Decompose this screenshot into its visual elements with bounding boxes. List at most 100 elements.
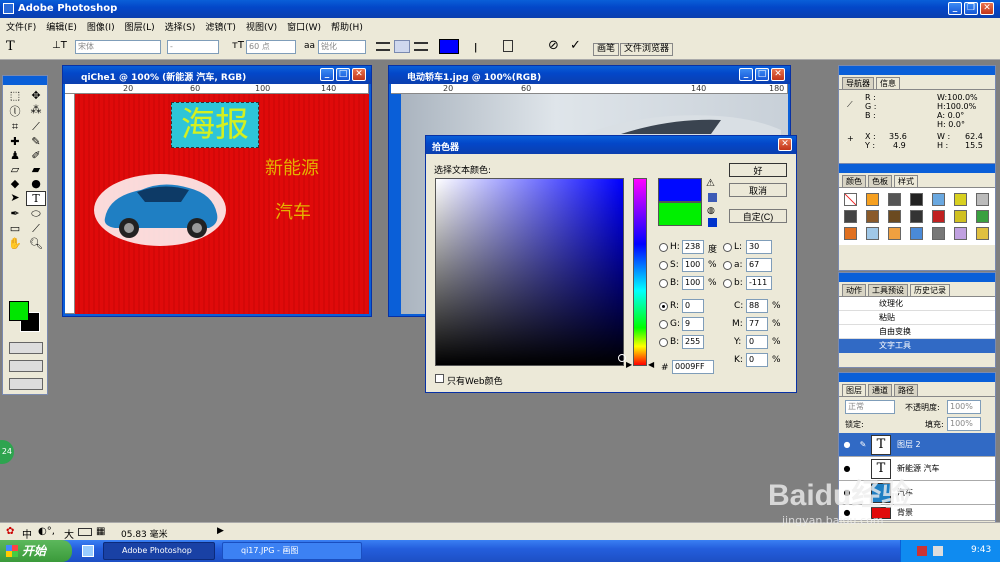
gamut-swatch[interactable] bbox=[708, 193, 717, 202]
dodge-tool-icon[interactable]: ● bbox=[26, 177, 46, 190]
style-swatch[interactable] bbox=[866, 227, 879, 240]
well-tab-brushes[interactable]: 画笔 bbox=[593, 43, 620, 56]
style-swatch[interactable] bbox=[844, 227, 857, 240]
style-swatch[interactable] bbox=[976, 210, 989, 223]
notes-tool-icon[interactable]: ▭ bbox=[5, 222, 25, 236]
healing-tool-icon[interactable]: ✚ bbox=[5, 135, 25, 148]
stamp-tool-icon[interactable]: ♟ bbox=[5, 149, 25, 162]
ime-icon[interactable]: ✿ bbox=[6, 526, 14, 537]
ime-mode[interactable]: 中 bbox=[22, 526, 32, 541]
doc1-close-button[interactable]: ✕ bbox=[352, 68, 366, 81]
yellow-field[interactable]: 0 bbox=[746, 335, 768, 349]
hue-slider[interactable] bbox=[633, 178, 647, 366]
style-swatch[interactable] bbox=[954, 210, 967, 223]
tray-icon[interactable] bbox=[917, 546, 927, 556]
history-item-selected[interactable]: 文字工具 bbox=[839, 339, 995, 353]
font-style-select[interactable]: - bbox=[167, 40, 219, 54]
tab-history[interactable]: 历史记录 bbox=[910, 284, 950, 296]
ime-punct-icon[interactable]: ◐°, bbox=[38, 526, 55, 537]
blue-field[interactable]: 255 bbox=[682, 335, 704, 349]
align-center-icon[interactable] bbox=[394, 40, 410, 53]
well-tab-file-browser[interactable]: 文件浏览器 bbox=[620, 43, 674, 56]
style-swatch[interactable] bbox=[932, 227, 945, 240]
text-tool-icon[interactable]: T bbox=[6, 39, 15, 54]
style-swatch[interactable] bbox=[976, 193, 989, 206]
web-safe-warning-icon[interactable]: ◍ bbox=[707, 206, 715, 216]
style-swatch[interactable] bbox=[954, 193, 967, 206]
status-arrow-icon[interactable]: ▶ bbox=[217, 526, 224, 536]
black-field[interactable]: 0 bbox=[746, 353, 768, 367]
style-swatch[interactable] bbox=[866, 210, 879, 223]
style-swatch[interactable] bbox=[844, 210, 857, 223]
cancel-button[interactable]: 取消 bbox=[729, 183, 787, 197]
move-tool-icon[interactable]: ✥ bbox=[26, 89, 46, 102]
radio-a[interactable] bbox=[723, 261, 732, 270]
tab-actions[interactable]: 动作 bbox=[842, 284, 866, 296]
cancel-icon[interactable]: ⊘ bbox=[548, 38, 559, 53]
radio-green[interactable] bbox=[659, 320, 668, 329]
taskbar-item-photoshop[interactable]: Adobe Photoshop bbox=[103, 542, 215, 560]
align-left-icon[interactable] bbox=[376, 42, 390, 51]
shape-tool-icon[interactable]: ⬭ bbox=[26, 207, 46, 221]
hue-slider-right-arrow[interactable]: ◀ bbox=[648, 360, 654, 369]
menu-help[interactable]: 帮助(H) bbox=[331, 20, 363, 33]
menu-select[interactable]: 选择(S) bbox=[165, 20, 196, 33]
menu-image[interactable]: 图像(I) bbox=[87, 20, 115, 33]
eyedropper-tool-icon[interactable]: ⟋ bbox=[26, 222, 46, 236]
warp-text-icon[interactable]: ꞁ bbox=[474, 39, 477, 53]
doc1-canvas[interactable]: 海报 新能源 汽车 bbox=[75, 94, 369, 314]
radio-saturation[interactable] bbox=[659, 261, 668, 270]
visibility-eye-icon[interactable]: ● bbox=[839, 464, 855, 473]
color-field-marker[interactable] bbox=[618, 354, 626, 362]
layer-row[interactable]: ● 汽车 bbox=[839, 481, 995, 505]
align-right-icon[interactable] bbox=[414, 42, 428, 51]
layer-row[interactable]: ● 背景 bbox=[839, 505, 995, 521]
history-item[interactable]: 纹理化 bbox=[839, 297, 995, 311]
restore-button[interactable]: ❐ bbox=[964, 2, 978, 15]
magic-wand-tool-icon[interactable]: ⁂ bbox=[26, 103, 46, 119]
style-swatch[interactable] bbox=[932, 210, 945, 223]
lab-l-field[interactable]: 30 bbox=[746, 240, 772, 254]
tab-color[interactable]: 颜色 bbox=[842, 175, 866, 187]
minimize-button[interactable]: _ bbox=[948, 2, 962, 15]
doc2-close-button[interactable]: ✕ bbox=[771, 68, 785, 81]
picker-close-button[interactable]: ✕ bbox=[778, 138, 792, 151]
doc2-maximize-button[interactable]: □ bbox=[755, 68, 769, 81]
pen-tool-icon[interactable]: ✒ bbox=[5, 207, 25, 221]
path-select-tool-icon[interactable]: ➤ bbox=[5, 191, 25, 206]
style-swatch[interactable] bbox=[910, 227, 923, 240]
green-field[interactable]: 9 bbox=[682, 317, 704, 331]
style-swatch[interactable] bbox=[888, 227, 901, 240]
hue-field[interactable]: 238 bbox=[682, 240, 704, 254]
layer-row[interactable]: ● T 新能源 汽车 bbox=[839, 457, 995, 481]
hue-slider-left-arrow[interactable]: ▶ bbox=[626, 360, 632, 369]
radio-l[interactable] bbox=[723, 243, 732, 252]
opacity-field[interactable]: 100% bbox=[947, 400, 981, 414]
anti-alias-select[interactable]: 锐化 bbox=[318, 40, 366, 54]
style-swatch[interactable] bbox=[888, 193, 901, 206]
history-item[interactable]: 自由变换 bbox=[839, 325, 995, 339]
tab-swatches[interactable]: 色板 bbox=[868, 175, 892, 187]
type-tool-icon[interactable]: T bbox=[26, 191, 46, 206]
tab-navigator[interactable]: 导航器 bbox=[842, 77, 874, 89]
style-swatch[interactable] bbox=[866, 193, 879, 206]
menu-view[interactable]: 视图(V) bbox=[246, 20, 277, 33]
doc1-maximize-button[interactable]: □ bbox=[336, 68, 350, 81]
style-none[interactable] bbox=[844, 193, 857, 206]
palettes-icon[interactable] bbox=[503, 40, 513, 52]
foreground-color-swatch[interactable] bbox=[9, 301, 29, 321]
visibility-eye-icon[interactable]: ● bbox=[839, 440, 855, 449]
visibility-eye-icon[interactable]: ● bbox=[839, 508, 855, 517]
fill-field[interactable]: 100% bbox=[947, 417, 981, 431]
tray-network-icon[interactable] bbox=[933, 546, 943, 556]
visibility-eye-icon[interactable]: ● bbox=[839, 488, 855, 497]
crop-tool-icon[interactable]: ⌗ bbox=[5, 120, 25, 134]
gamut-warning-icon[interactable]: ⚠ bbox=[706, 178, 715, 189]
style-swatch[interactable] bbox=[888, 210, 901, 223]
radio-brightness[interactable] bbox=[659, 279, 668, 288]
menu-layer[interactable]: 图层(L) bbox=[125, 20, 155, 33]
start-button[interactable]: 开始 bbox=[0, 540, 72, 562]
style-swatch[interactable] bbox=[910, 193, 923, 206]
slice-tool-icon[interactable]: ⟋ bbox=[26, 120, 46, 134]
blend-mode-select[interactable]: 正常 bbox=[845, 400, 895, 414]
